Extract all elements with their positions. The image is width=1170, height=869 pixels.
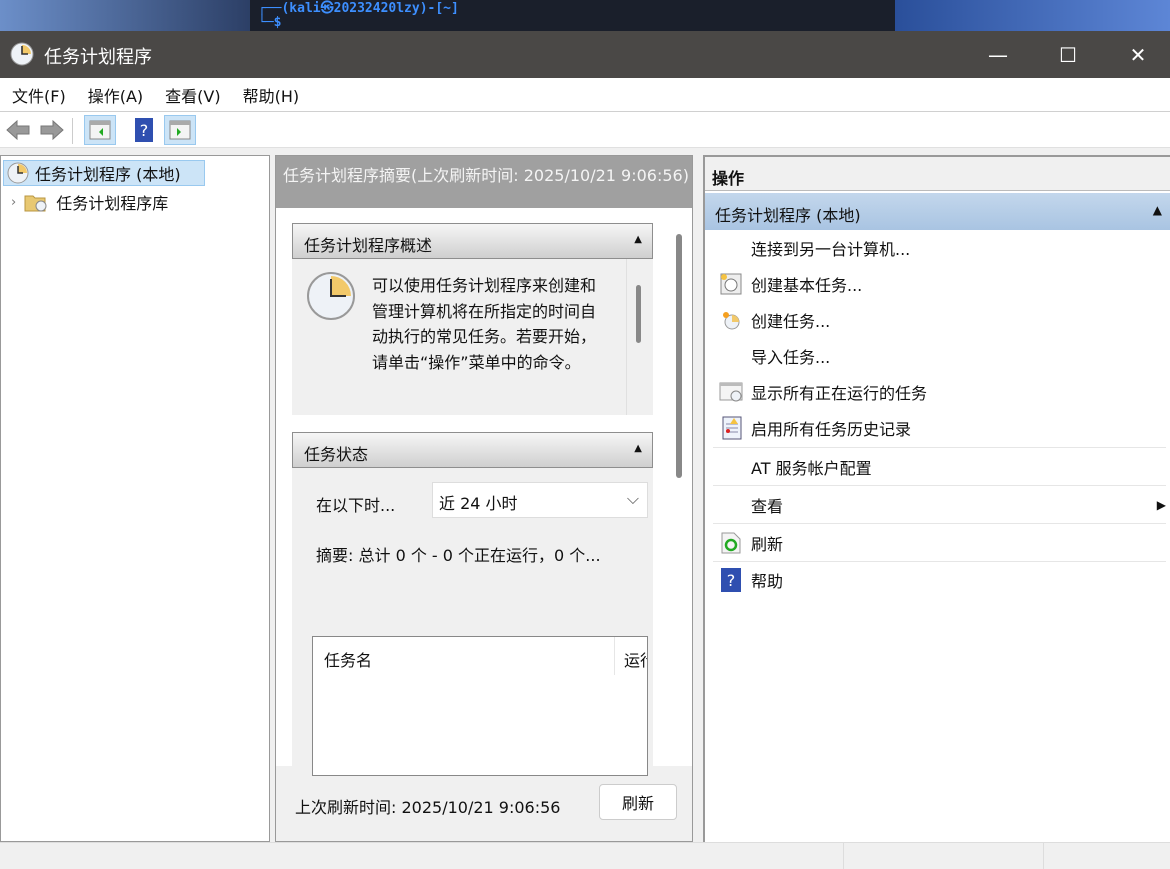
period-value: 近 24 小时 [439,494,518,513]
running-tasks-icon [711,381,751,403]
action-label: 启用所有任务历史记录 [751,420,912,439]
toolbar-divider [72,118,73,144]
group-title: 任务计划程序 (本地) [715,206,861,225]
divider [626,259,627,415]
actions-title: 操作 [705,157,1170,191]
menu-view[interactable]: 查看(V) [165,83,220,107]
separator [713,447,1166,448]
action-enable-history[interactable]: 启用所有任务历史记录 [711,410,1166,446]
terminal-window: ┌──(kali㉿20232420lzy)-[~] └─$ [258,2,459,30]
collapse-icon[interactable]: ▲ [634,443,642,454]
action-label: 创建任务... [751,312,831,331]
action-connect[interactable]: 连接到另一台计算机... [711,230,1166,266]
actions-pane: 操作 任务计划程序 (本地) ▲ 连接到另一台计算机... 创建基本任务... 创… [703,155,1170,842]
minimize-button[interactable]: — [963,31,1033,78]
action-import-task[interactable]: 导入任务... [711,338,1166,374]
column-header-task-name[interactable]: 任务名 [324,647,372,671]
help-icon[interactable]: ? [128,115,160,145]
desktop-background: ┌──(kali㉿20232420lzy)-[~] └─$ [0,0,1170,31]
wallpaper [0,0,250,31]
chevron-down-icon: ⌵ [626,489,639,508]
last-refresh-text: 上次刷新时间: 2025/10/21 9:06:56 [295,798,561,817]
period-label: 在以下时... [316,496,396,515]
summary-scroll-area: 任务计划程序概述 ▲ 可以使用任务计划程序来创建和管理计算机将在所指定的时间自动执… [276,208,692,776]
terminal-line: └─$ [258,15,282,30]
action-label: AT 服务帐户配置 [751,459,872,478]
action-refresh[interactable]: 刷新 [711,525,1166,561]
close-button[interactable]: ✕ [1103,31,1170,78]
submenu-arrow-icon: ▶ [1156,498,1166,512]
summary-pane: 任务计划程序摘要(上次刷新时间: 2025/10/21 9:06:56) 任务计… [275,155,693,842]
action-label: 帮助 [751,572,784,591]
status-section-header[interactable]: 任务状态 ▲ [292,432,653,468]
summary-scrollbar[interactable] [676,234,682,478]
create-task-icon [711,310,751,330]
maximize-button[interactable]: ☐ [1033,31,1103,78]
menu-file[interactable]: 文件(F) [12,83,66,107]
menu-help[interactable]: 帮助(H) [243,83,300,107]
action-label: 查看 [751,497,784,516]
period-select[interactable]: 近 24 小时 ⌵ [432,482,648,518]
status-bar [0,842,1170,869]
collapse-icon[interactable]: ▲ [634,234,642,245]
folder-clock-icon [24,195,47,212]
console-tree: 任务计划程序 (本地) › 任务计划程序库 [0,155,270,842]
show-hide-console-tree-icon[interactable] [84,115,116,145]
chevron-right-icon[interactable]: › [11,195,16,210]
summary-header: 任务计划程序摘要(上次刷新时间: 2025/10/21 9:06:56) [276,156,692,208]
overview-text: 可以使用任务计划程序来创建和管理计算机将在所指定的时间自动执行的常见任务。若要开… [372,276,597,372]
section-title: 任务状态 [304,445,369,464]
clock-icon [307,272,355,320]
task-history-icon [711,416,751,440]
refresh-icon [711,532,751,554]
tree-item-label: 任务计划程序库 [56,194,169,213]
column-divider[interactable] [614,637,615,675]
svg-text:?: ? [727,571,736,590]
action-at-service[interactable]: AT 服务帐户配置 [711,449,1166,485]
clock-icon [7,162,29,184]
terminal-prompt: ┌──(kali㉿20232420lzy)-[~] [258,1,459,16]
overview-section-body: 可以使用任务计划程序来创建和管理计算机将在所指定的时间自动执行的常见任务。若要开… [292,259,653,415]
help-icon: ? [711,568,751,592]
clock-icon [10,42,34,66]
window-title: 任务计划程序 [44,47,152,68]
menu-bar: 文件(F) 操作(A) 查看(V) 帮助(H) [0,78,1170,112]
wallpaper [895,0,1170,31]
section-title: 任务计划程序概述 [304,236,433,255]
refresh-button[interactable]: 刷新 [599,784,677,820]
action-label: 创建基本任务... [751,276,863,295]
action-show-running[interactable]: 显示所有正在运行的任务 [711,374,1166,410]
show-hide-action-pane-icon[interactable] [164,115,196,145]
back-arrow-icon[interactable] [2,115,34,145]
action-label: 刷新 [751,535,784,554]
action-label: 导入任务... [751,348,831,367]
task-table: 任务名 运行 [312,636,648,776]
menu-action[interactable]: 操作(A) [88,83,143,107]
action-help[interactable]: ? 帮助 [711,562,1166,598]
tree-item-root[interactable]: 任务计划程序 (本地) [3,160,205,186]
action-view[interactable]: 查看 ▶ [711,487,1166,523]
toolbar: ? [0,112,1170,148]
status-summary: 摘要: 总计 0 个 - 0 个正在运行，0 个... [316,546,601,565]
action-label: 显示所有正在运行的任务 [751,384,928,403]
svg-text:?: ? [140,121,149,140]
title-bar: 任务计划程序 — ☐ ✕ [0,31,1170,78]
overview-section-header[interactable]: 任务计划程序概述 ▲ [292,223,653,259]
status-divider [1043,843,1044,869]
status-divider [843,843,844,869]
tree-item-library[interactable]: › 任务计划程序库 [11,190,168,214]
column-header-run[interactable]: 运行 [624,647,647,671]
status-section-body: 在以下时... 近 24 小时 ⌵ 摘要: 总计 0 个 - 0 个正在运行，0 … [292,468,653,776]
forward-arrow-icon[interactable] [36,115,68,145]
actions-group-header[interactable]: 任务计划程序 (本地) ▲ [705,193,1170,230]
action-create-basic-task[interactable]: 创建基本任务... [711,266,1166,302]
action-label: 连接到另一台计算机... [751,240,911,259]
tree-item-label: 任务计划程序 (本地) [35,165,181,184]
collapse-icon[interactable]: ▲ [1153,203,1162,217]
separator [713,523,1166,524]
overview-scrollbar[interactable] [636,285,641,343]
separator [713,485,1166,486]
create-basic-task-icon [711,273,751,295]
action-create-task[interactable]: 创建任务... [711,302,1166,338]
